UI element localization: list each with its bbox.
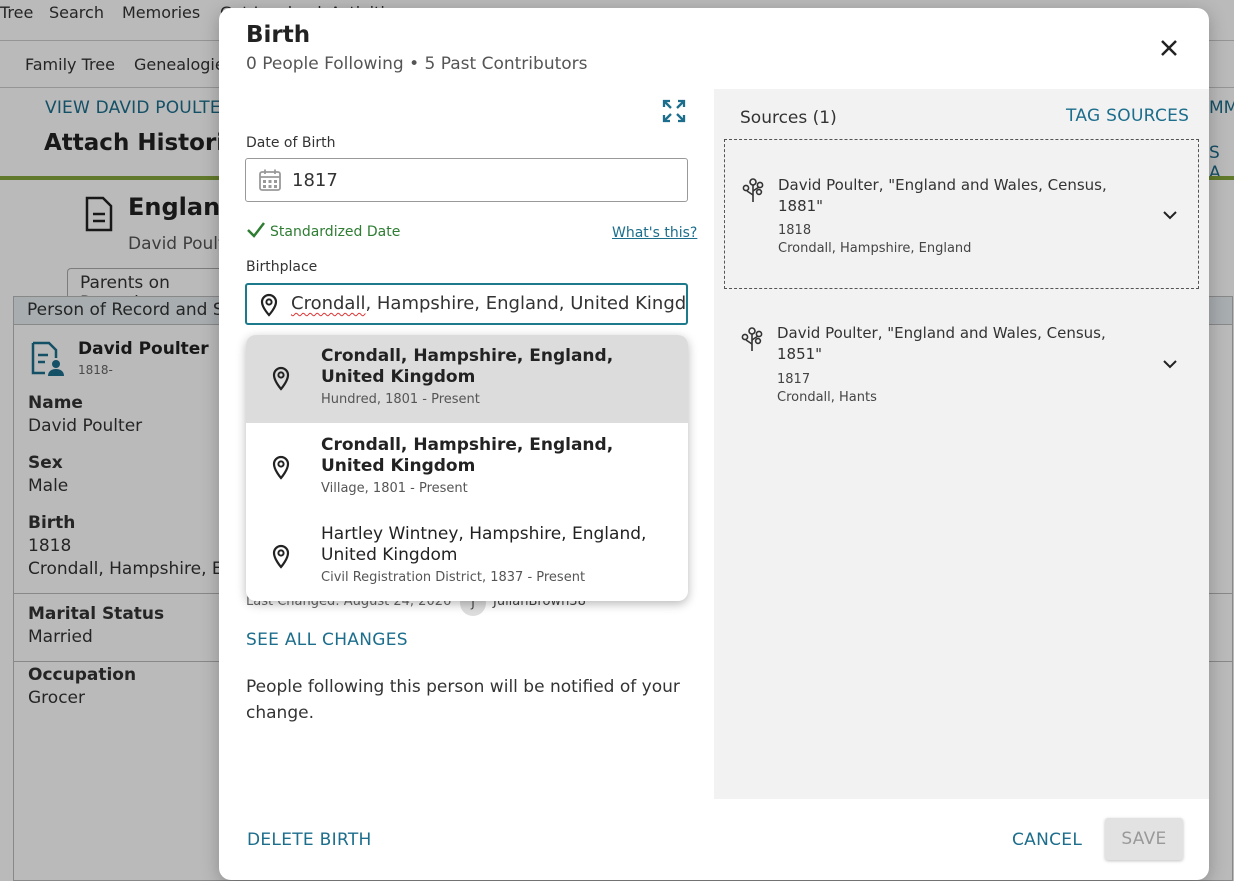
location-pin-icon	[272, 544, 290, 569]
birthplace-input[interactable]: Crondall, Hampshire, England, United Kin…	[245, 283, 688, 325]
suggestion-detail: Civil Registration District, 1837 - Pres…	[321, 570, 586, 585]
calendar-icon	[259, 169, 281, 191]
check-icon	[247, 222, 265, 238]
suggestion-name: Hartley Wintney, Hampshire, England, Uni…	[321, 524, 647, 565]
suggestion-name: Crondall, Hampshire, England, United Kin…	[321, 346, 614, 387]
sources-title: Sources (1)	[740, 108, 837, 128]
date-of-birth-field[interactable]	[245, 158, 688, 202]
chevron-down-icon[interactable]	[1162, 207, 1178, 223]
whats-this-link[interactable]: What's this?	[612, 225, 697, 241]
sources-panel: Sources (1) TAG SOURCES David Poulter, "…	[714, 89, 1209, 799]
birthplace-value: Crondall, Hampshire, England, United Kin…	[291, 293, 688, 314]
source-year: 1817	[777, 372, 811, 387]
birthplace-label: Birthplace	[246, 259, 318, 275]
suggestion-name: Crondall, Hampshire, England, United Kin…	[321, 435, 614, 476]
birth-edit-dialog: Birth 0 People Following • 5 Past Contri…	[219, 8, 1209, 880]
birthplace-suggestions: Crondall, Hampshire, England, United Kin…	[246, 335, 688, 601]
suggestion-item[interactable]: Crondall, Hampshire, England, United Kin…	[246, 424, 688, 512]
notification-notice: People following this person will be not…	[246, 677, 680, 723]
tree-icon	[741, 327, 763, 351]
save-button[interactable]: SAVE	[1105, 818, 1183, 860]
suggestion-detail: Hundred, 1801 - Present	[321, 392, 480, 407]
location-pin-icon	[272, 366, 290, 391]
location-pin-icon	[260, 293, 278, 317]
source-item[interactable]: David Poulter, "England and Wales, Censu…	[724, 139, 1199, 289]
birthplace-value-rest: , Hampshire, England, United Kingdom	[365, 293, 688, 314]
expand-icon[interactable]	[662, 99, 686, 123]
standardized-date-status: Standardized Date	[246, 221, 400, 240]
location-pin-icon	[272, 455, 290, 480]
suggestion-detail: Village, 1801 - Present	[321, 481, 468, 496]
suggestion-item[interactable]: Crondall, Hampshire, England, United Kin…	[246, 335, 688, 423]
chevron-down-icon[interactable]	[1162, 356, 1178, 372]
suggestion-item[interactable]: Hartley Wintney, Hampshire, England, Uni…	[246, 513, 688, 601]
date-of-birth-input[interactable]	[292, 167, 672, 193]
cancel-button[interactable]: CANCEL	[1012, 830, 1082, 850]
tag-sources-button[interactable]: TAG SOURCES	[1066, 106, 1189, 126]
date-of-birth-label: Date of Birth	[246, 135, 336, 151]
standardized-date-text: Standardized Date	[270, 224, 401, 240]
source-place: Crondall, Hants	[777, 390, 877, 405]
close-icon[interactable]	[1157, 36, 1181, 60]
source-title: David Poulter, "England and Wales, Censu…	[777, 324, 1106, 363]
spellcheck-word: Crondall	[291, 293, 366, 314]
delete-birth-button[interactable]: DELETE BIRTH	[247, 830, 372, 850]
tree-icon	[742, 178, 764, 202]
see-all-changes-link[interactable]: SEE ALL CHANGES	[246, 630, 408, 650]
source-year: 1818	[778, 223, 812, 238]
dialog-subtitle: 0 People Following • 5 Past Contributors	[246, 54, 588, 74]
source-item[interactable]: David Poulter, "England and Wales, Censu…	[724, 289, 1199, 439]
dialog-title: Birth	[246, 22, 311, 48]
source-place: Crondall, Hampshire, England	[778, 241, 972, 256]
source-title: David Poulter, "England and Wales, Censu…	[778, 176, 1107, 215]
